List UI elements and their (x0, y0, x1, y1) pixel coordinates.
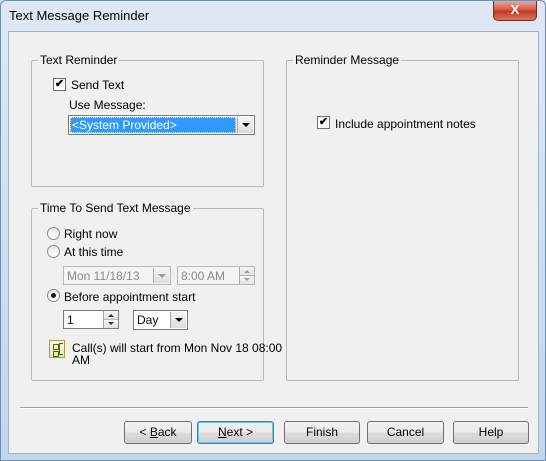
back-button[interactable]: < Back (124, 421, 192, 444)
offset-spinner[interactable]: 1 (63, 310, 119, 329)
time-value: 8:00 AM (181, 269, 226, 283)
close-button[interactable]: X (493, 1, 537, 21)
start-info-line2: AM (72, 353, 90, 367)
before-start-label[interactable]: Before appointment start (64, 290, 195, 304)
back-button-accel: B (149, 425, 158, 439)
right-now-radio[interactable] (47, 227, 60, 240)
cancel-button[interactable]: Cancel (367, 421, 444, 444)
at-this-time-label[interactable]: At this time (64, 245, 123, 259)
include-notes-label[interactable]: Include appointment notes (335, 117, 476, 131)
window-title: Text Message Reminder (9, 8, 150, 23)
time-spinner[interactable]: 8:00 AM (177, 266, 255, 285)
next-button-accel: N (217, 425, 227, 439)
offset-unit-value: Day (137, 313, 159, 327)
offset-down-arrow-icon[interactable] (104, 319, 118, 328)
offset-up-arrow-icon[interactable] (104, 311, 118, 320)
start-info-line1: Call(s) will start from Mon Nov 18 08:00 (72, 341, 283, 355)
help-button[interactable]: Help (453, 421, 529, 444)
send-text-checkbox[interactable]: ✔ (53, 78, 66, 91)
reminder-message-group-title: Reminder Message (293, 53, 402, 67)
calendar-dropdown-icon[interactable] (153, 268, 169, 283)
before-start-radio[interactable] (47, 289, 60, 302)
date-value: Mon 11/18/13 (67, 269, 140, 283)
schedule-info-icon (49, 340, 65, 358)
title-bar[interactable]: Text Message Reminder X (1, 1, 545, 31)
reminder-message-group: Reminder Message (286, 53, 519, 381)
radio-selected-dot (51, 293, 56, 298)
offset-value: 1 (67, 313, 74, 327)
next-button[interactable]: Next > (197, 421, 274, 444)
dialog-client-area: Text Reminder ✔ Send Text Use Message: <… (8, 31, 539, 454)
dropdown-arrow-icon[interactable] (237, 117, 253, 133)
include-notes-checkbox[interactable]: ✔ (317, 116, 330, 129)
date-picker[interactable]: Mon 11/18/13 (63, 266, 171, 285)
send-text-label[interactable]: Send Text (71, 78, 124, 92)
offset-unit-combo[interactable]: Day (133, 310, 188, 330)
use-message-combo[interactable]: <System Provided> (68, 115, 255, 135)
use-message-value: <System Provided> (70, 117, 236, 133)
button-separator (20, 407, 528, 409)
text-reminder-group-title: Text Reminder (38, 53, 120, 67)
back-button-rest: ack (157, 425, 177, 439)
at-this-time-radio[interactable] (47, 245, 60, 258)
back-button-prefix: < (139, 425, 150, 439)
dialog-window: Text Message Reminder X Text Reminder ✔ … (0, 0, 546, 461)
time-up-arrow-icon[interactable] (240, 267, 254, 276)
use-message-label: Use Message: (69, 98, 146, 112)
right-now-label[interactable]: Right now (64, 227, 117, 241)
unit-dropdown-arrow-icon[interactable] (170, 312, 186, 328)
next-button-rest: ext > (226, 425, 254, 439)
time-down-arrow-icon[interactable] (240, 275, 254, 284)
finish-button[interactable]: Finish (284, 421, 360, 444)
time-to-send-group-title: Time To Send Text Message (38, 201, 193, 215)
